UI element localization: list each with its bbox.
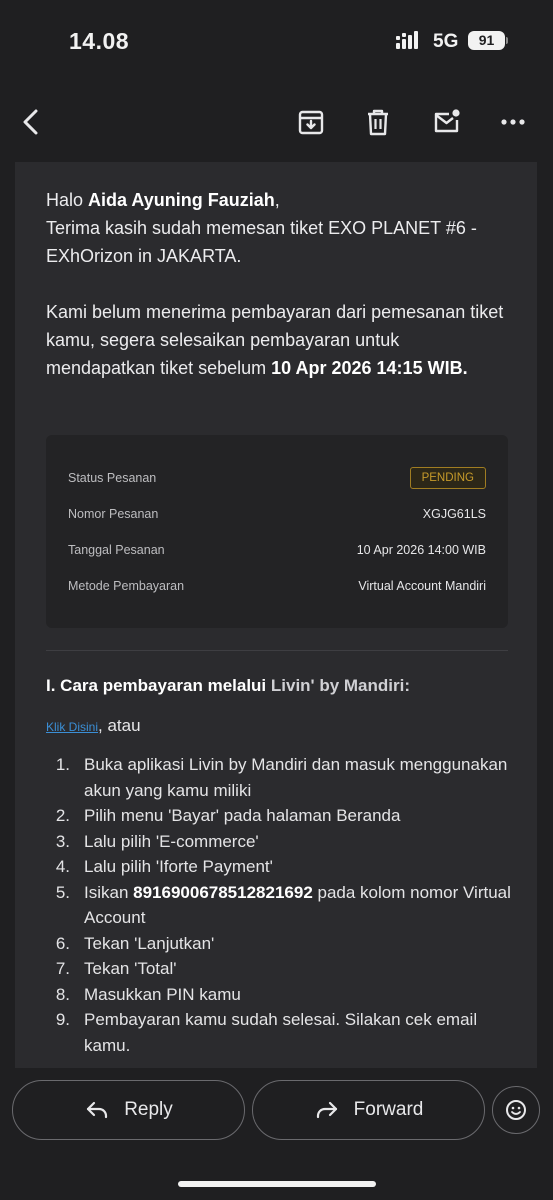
- step-text: Isikan 8916900678512821692 pada kolom no…: [84, 880, 516, 931]
- back-icon: [23, 109, 38, 135]
- forward-icon: [316, 1101, 337, 1119]
- order-date-row: Tanggal Pesanan 10 Apr 2026 14:00 WIB: [68, 538, 486, 562]
- status-bar: 14.08 5G 91: [0, 0, 553, 84]
- order-number-value: XGJG61LS: [422, 507, 486, 521]
- trash-icon: [368, 109, 388, 136]
- step-text: Tekan 'Total': [84, 959, 177, 978]
- payment-method-label: Metode Pembayaran: [68, 579, 185, 593]
- step-number: 5.: [55, 882, 70, 902]
- step-number: 6.: [55, 933, 70, 953]
- bottom-action-bar: Reply Forward: [0, 1068, 553, 1200]
- forward-label: Forward: [353, 1099, 424, 1120]
- archive-button[interactable]: [291, 102, 331, 142]
- step-number: 9.: [55, 1010, 70, 1029]
- step-item: 8. Masukkan PIN kamu: [46, 982, 516, 1008]
- step-number: 1.: [55, 755, 70, 774]
- emoji-reaction-button[interactable]: [492, 1086, 540, 1134]
- step-item: 6. Tekan 'Lanjutkan': [46, 931, 516, 957]
- battery-tip: [506, 37, 508, 44]
- payment-deadline: 10 Apr 2026 14:15 WIB.: [271, 358, 468, 378]
- klik-disini-link[interactable]: Klik Disini: [46, 720, 98, 734]
- step-item: 3. Lalu pilih 'E-commerce': [46, 829, 516, 855]
- email-toolbar: [0, 84, 553, 162]
- payment-method-row: Metode Pembayaran Virtual Account Mandir…: [68, 574, 486, 598]
- order-date-label: Tanggal Pesanan: [68, 543, 165, 557]
- order-date-value: 10 Apr 2026 14:00 WIB: [356, 543, 486, 557]
- emoji-icon: [506, 1100, 526, 1120]
- step-item: 2. Pilih menu 'Bayar' pada halaman Berand…: [46, 803, 516, 829]
- forward-button[interactable]: Forward: [252, 1080, 485, 1140]
- order-number-row: Nomor Pesanan XGJG61LS: [68, 502, 486, 526]
- reply-button[interactable]: Reply: [12, 1080, 245, 1140]
- step-number: 3.: [55, 831, 70, 851]
- delete-button[interactable]: [358, 102, 398, 142]
- step-item: 4. Lalu pilih 'Iforte Payment': [46, 854, 516, 880]
- step-text-pre: Isikan: [84, 882, 134, 902]
- clock: 14.08: [69, 28, 130, 54]
- step-text: Pembayaran kamu sudah selesai. Silakan c…: [84, 1010, 478, 1055]
- order-number-label: Nomor Pesanan: [68, 507, 159, 521]
- step-item: 5. Isikan 8916900678512821692 pada kolom …: [46, 880, 516, 931]
- step-text: Lalu pilih 'Iforte Payment': [84, 857, 273, 876]
- recipient-name: Aida Ayuning Fauziah: [88, 190, 275, 210]
- archive-icon: [298, 110, 324, 135]
- section-title: I. Cara pembayaran melalui Livin' by Man…: [46, 676, 410, 696]
- virtual-account-number: 8916900678512821692: [133, 882, 313, 902]
- payment-steps: 1. Buka aplikasi Livin by Mandiri dan mas…: [46, 752, 516, 1058]
- more-options-button[interactable]: [493, 102, 533, 142]
- step-number: 4.: [55, 857, 70, 876]
- step-number: 2.: [55, 806, 70, 825]
- step-number: 8.: [55, 984, 70, 1004]
- step-text: Masukkan PIN kamu: [84, 984, 241, 1004]
- mark-unread-button[interactable]: [426, 102, 466, 142]
- status-badge: PENDING: [409, 467, 486, 489]
- home-indicator: [178, 1181, 376, 1187]
- step-text: Buka aplikasi Livin by Mandiri dan masuk…: [84, 755, 508, 800]
- greeting-prefix: Halo: [46, 190, 89, 210]
- network-type: 5G: [433, 31, 459, 52]
- reply-label: Reply: [124, 1099, 173, 1120]
- step-text: Lalu pilih 'E-commerce': [84, 831, 259, 851]
- more-icon: [501, 119, 525, 125]
- status-row: Status Pesanan PENDING: [68, 466, 486, 490]
- payment-notice: Kami belum menerima pembayaran dari peme…: [46, 298, 506, 382]
- step-text: Tekan 'Lanjutkan': [84, 933, 215, 953]
- step-item: 7. Tekan 'Total': [46, 956, 516, 982]
- step-text: Pilih menu 'Bayar' pada halaman Beranda: [84, 806, 401, 825]
- back-button[interactable]: [12, 102, 52, 142]
- link-line: Klik Disini, atau: [46, 716, 141, 736]
- section-title-prefix: I. Cara pembayaran melalui: [46, 676, 271, 695]
- signal-icon: [396, 31, 418, 49]
- step-number: 7.: [55, 959, 70, 978]
- payment-method-value: Virtual Account Mandiri: [358, 579, 486, 593]
- step-item: 9. Pembayaran kamu sudah selesai. Silakan…: [46, 1007, 516, 1058]
- battery-icon: 91: [468, 31, 505, 50]
- email-body: Halo Aida Ayuning Fauziah, Terima kasih …: [15, 162, 537, 1068]
- reply-icon: [87, 1101, 108, 1119]
- link-suffix: , atau: [98, 716, 141, 735]
- section-title-brand: Livin' by Mandiri:: [270, 676, 410, 695]
- greeting-suffix: ,: [274, 190, 280, 210]
- step-item: 1. Buka aplikasi Livin by Mandiri dan mas…: [46, 752, 516, 803]
- order-summary: Status Pesanan PENDING Nomor Pesanan XGJ…: [46, 435, 508, 628]
- mark-unread-icon: [434, 109, 460, 133]
- divider: [46, 650, 508, 651]
- status-label: Status Pesanan: [68, 471, 157, 485]
- thanks-line: Terima kasih sudah memesan tiket EXO PLA…: [46, 218, 477, 266]
- greeting: Halo Aida Ayuning Fauziah, Terima kasih …: [46, 186, 506, 270]
